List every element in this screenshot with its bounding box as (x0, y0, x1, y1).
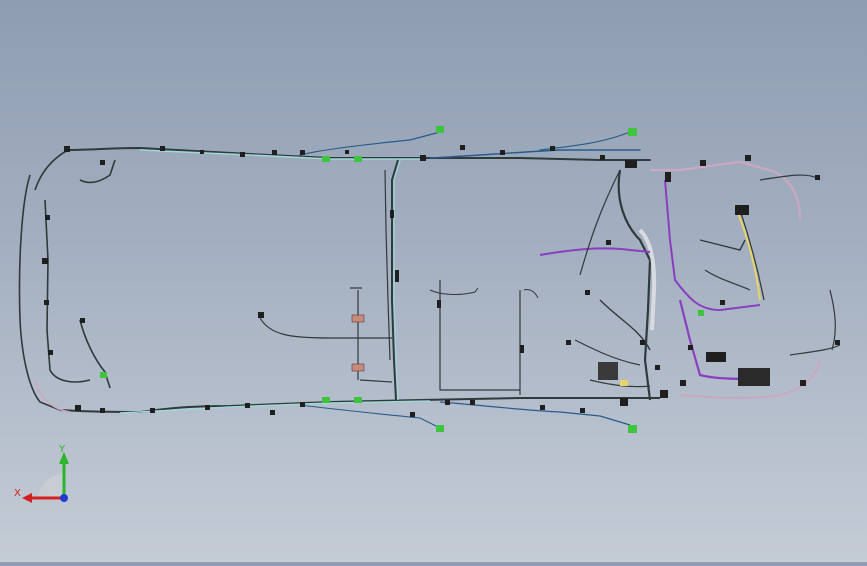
connectors-dark[interactable] (42, 145, 840, 417)
connectors-green[interactable] (100, 126, 704, 433)
z-axis-dot (60, 494, 68, 502)
coordinate-triad: Y X (12, 440, 82, 510)
y-axis-label: Y (58, 444, 66, 455)
x-axis-arrowhead (22, 493, 32, 503)
cad-viewport[interactable]: Y X (0, 0, 867, 562)
x-axis-label: X (14, 488, 21, 499)
harness-top-rail (67, 131, 651, 161)
harness-right-cluster (539, 160, 841, 401)
wire-harness-drawing[interactable] (0, 0, 867, 562)
triad-plane (38, 474, 64, 500)
